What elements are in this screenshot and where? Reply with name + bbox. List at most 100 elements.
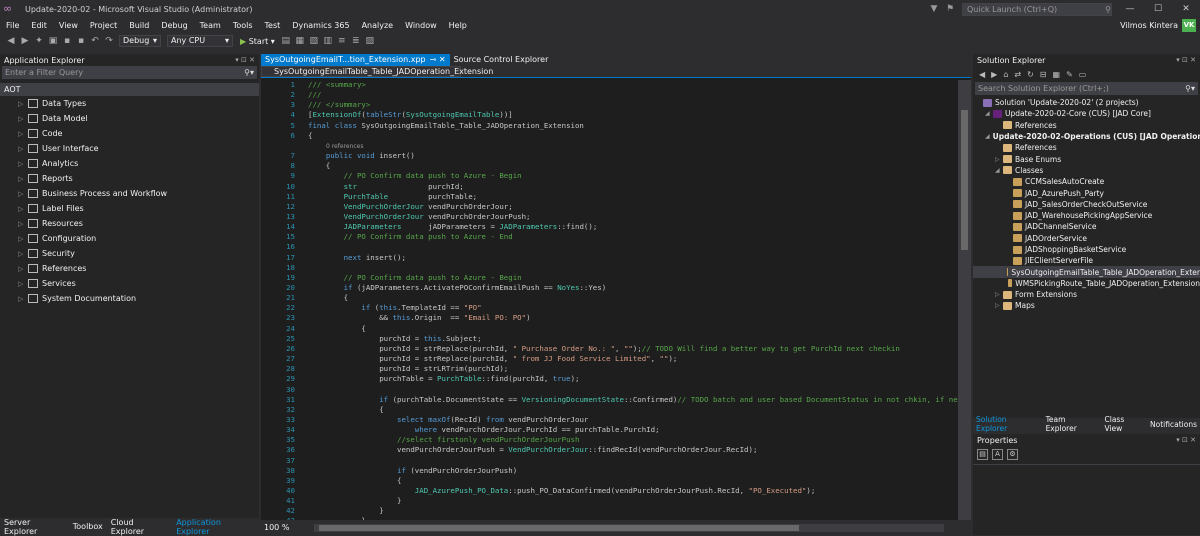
solution-tree-item[interactable]: Solution 'Update-2020-02' (2 projects) [973, 97, 1200, 108]
toolbar-icon-c[interactable]: ▧ [309, 36, 319, 46]
save-all-icon[interactable]: ▪ [76, 36, 86, 46]
solution-tree-item[interactable]: JADShoppingBasketService [973, 244, 1200, 255]
tab-cloud-explorer[interactable]: Cloud Explorer [107, 518, 172, 536]
code-line[interactable]: { [308, 405, 383, 414]
pin-icon[interactable]: ⊸ ✕ [430, 55, 446, 64]
solution-search-input[interactable]: Search Solution Explorer (Ctrl+;) ⚲▾ [975, 82, 1198, 95]
code-line[interactable]: next insert(); [308, 253, 406, 262]
tree-item[interactable]: ▷ System Documentation [0, 291, 259, 306]
tree-item[interactable]: ▷ Business Process and Workflow [0, 186, 259, 201]
tab-toolbox[interactable]: Toolbox [69, 522, 107, 531]
tab-notifications[interactable]: Notifications [1147, 420, 1200, 429]
tab-application-explorer[interactable]: Application Explorer [172, 518, 259, 536]
code-line[interactable]: JAD_AzurePush_PO_Data::push_PO_DataConfi… [308, 486, 816, 495]
zoom-dropdown[interactable]: 100 % [261, 523, 306, 532]
configuration-dropdown[interactable]: Debug ▾ [119, 35, 161, 47]
uncomment-icon[interactable]: ≣ [351, 36, 361, 46]
vertical-scrollbar[interactable] [958, 80, 971, 520]
code-line[interactable]: { [308, 293, 348, 302]
code-line[interactable]: if (jADParameters.ActivatePOConfirmEmail… [308, 283, 607, 292]
code-line[interactable]: VendPurchOrderJour vendPurchOrderJourPus… [308, 212, 531, 221]
user-name[interactable]: Vilmos Kintera [1120, 21, 1178, 30]
refresh-icon[interactable]: ↻ [1027, 70, 1034, 79]
solution-tree-item[interactable]: References [973, 142, 1200, 153]
expand-arrow-icon[interactable]: ◢ [995, 167, 1003, 174]
code-line[interactable]: { [308, 476, 401, 485]
tree-item[interactable]: ▷ Label Files [0, 201, 259, 216]
solution-tree-item[interactable]: ◢ Update-2020-02-Core (CUS) [JAD Core] [973, 108, 1200, 119]
alphabetical-icon[interactable]: A [992, 448, 1003, 460]
code-line[interactable]: where vendPurchOrderJour.PurchId == purc… [308, 425, 660, 434]
menu-dynamics-365[interactable]: Dynamics 365 [286, 21, 355, 30]
code-line[interactable]: // PO Confirm data push to Azure - End [308, 232, 513, 241]
solution-tree-item[interactable]: JAD_SalesOrderCheckOutService [973, 199, 1200, 210]
code-line[interactable]: purchId = strLRTrim(purchId); [308, 364, 508, 373]
tree-item[interactable]: ▷ Code [0, 126, 259, 141]
menu-tools[interactable]: Tools [227, 21, 259, 30]
menu-team[interactable]: Team [194, 21, 227, 30]
platform-dropdown[interactable]: Any CPU ▾ [167, 35, 233, 47]
toolbar-icon-d[interactable]: ▥ [323, 36, 333, 46]
properties-icon[interactable]: ✎ [1066, 70, 1073, 79]
code-line[interactable]: // PO Confirm data push to Azure - Begin [308, 171, 522, 180]
solution-tree-item[interactable]: ◢ Classes [973, 165, 1200, 176]
redo-icon[interactable]: ↷ [104, 36, 114, 46]
solution-tree-item[interactable]: JADOrderService [973, 233, 1200, 244]
tree-item[interactable]: ▷ Services [0, 276, 259, 291]
show-all-icon[interactable]: ▦ [1053, 70, 1061, 79]
comment-icon[interactable]: ≡ [337, 36, 347, 46]
panel-controls-icon[interactable]: ▾ ⊡ ✕ [1176, 56, 1200, 64]
code-line[interactable]: { [308, 131, 312, 140]
menu-debug[interactable]: Debug [155, 21, 193, 30]
close-button[interactable]: ✕ [1172, 0, 1200, 18]
save-icon[interactable]: ▪ [62, 36, 72, 46]
solution-tree-item[interactable]: ◢ Update-2020-02-Operations (CUS) [JAD Op… [973, 131, 1200, 142]
code-line[interactable]: if (this.TemplateId == "PO" [308, 303, 481, 312]
code-line[interactable]: [ExtensionOf(tableStr(SysOutgoingEmailTa… [308, 110, 513, 119]
solution-tree-item[interactable]: CCMSalesAutoCreate [973, 176, 1200, 187]
code-line[interactable]: { [308, 161, 330, 170]
maximize-button[interactable]: ☐ [1144, 0, 1172, 18]
menu-help[interactable]: Help [443, 21, 473, 30]
open-folder-icon[interactable]: ▣ [48, 36, 58, 46]
filter-icon[interactable]: ▼ [927, 2, 941, 16]
scrollbar-thumb[interactable] [319, 524, 799, 531]
tree-item[interactable]: ▷ Data Model [0, 111, 259, 126]
tree-item[interactable]: ▷ Data Types [0, 96, 259, 111]
scrollbar-thumb[interactable] [961, 110, 968, 250]
start-button[interactable]: ▶ Start ▾ [240, 37, 275, 46]
menu-build[interactable]: Build [123, 21, 155, 30]
new-project-icon[interactable]: ✦ [34, 36, 44, 46]
code-line[interactable]: final class SysOutgoingEmailTable_Table_… [308, 121, 584, 130]
class-navigation-dropdown[interactable]: SysOutgoingEmailTable_Table_JADOperation… [261, 66, 493, 77]
forward-icon[interactable]: ▶ [20, 36, 30, 46]
tab-team-explorer[interactable]: Team Explorer [1043, 415, 1102, 433]
menu-test[interactable]: Test [259, 21, 287, 30]
tab-solution-explorer[interactable]: Solution Explorer [973, 415, 1043, 433]
categorized-icon[interactable]: ▤ [977, 448, 988, 460]
menu-analyze[interactable]: Analyze [356, 21, 400, 30]
expand-arrow-icon[interactable]: ▷ [995, 302, 1003, 309]
back-icon[interactable]: ◀ [6, 36, 16, 46]
solution-tree-item[interactable]: JAD_WarehousePickingAppService [973, 210, 1200, 221]
solution-tree-item[interactable]: JADChannelService [973, 221, 1200, 232]
tree-root-aot[interactable]: AOT [0, 83, 259, 96]
notification-flag-icon[interactable]: ⚑ [943, 2, 957, 16]
panel-controls-icon[interactable]: ▾ ⊡ ✕ [235, 56, 259, 64]
quick-launch-input[interactable]: Quick Launch (Ctrl+Q) ⚲ [962, 2, 1112, 16]
code-line[interactable]: /// [308, 90, 321, 99]
expand-arrow-icon[interactable]: ◢ [985, 133, 990, 140]
back-icon[interactable]: ◀ [979, 70, 985, 79]
tree-item[interactable]: ▷ Configuration [0, 231, 259, 246]
code-line[interactable]: /// </summary> [308, 100, 370, 109]
code-line[interactable]: JADParameters jADParameters = JADParamet… [308, 222, 598, 231]
sync-icon[interactable]: ⇄ [1014, 70, 1021, 79]
code-line[interactable]: if (purchTable.DocumentState == Versioni… [308, 395, 958, 404]
forward-icon[interactable]: ▶ [991, 70, 997, 79]
solution-tree-item[interactable]: ▷ Form Extensions [973, 289, 1200, 300]
collapse-icon[interactable]: ⊟ [1040, 70, 1047, 79]
code-line[interactable]: purchId = strReplace(purchId, " Purchase… [308, 344, 900, 353]
code-line[interactable]: str purchId; [308, 182, 464, 191]
menu-file[interactable]: File [0, 21, 25, 30]
code-line[interactable]: /// <summary> [308, 80, 366, 89]
